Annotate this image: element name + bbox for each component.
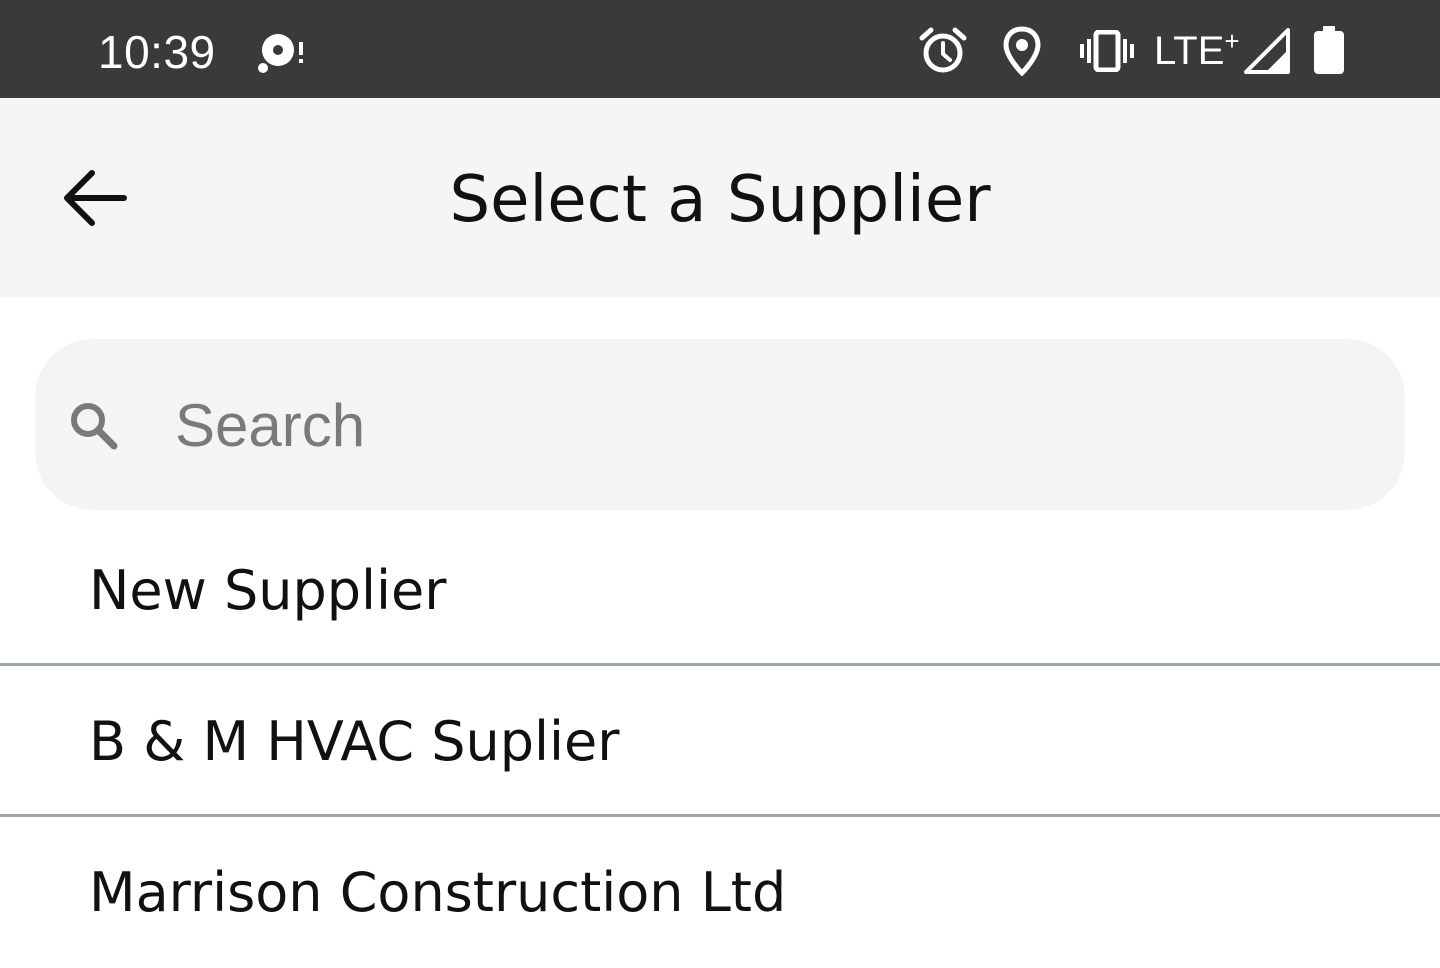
list-item[interactable]: Marrison Construction Ltd — [0, 817, 1440, 965]
signal-icon — [1244, 28, 1290, 74]
search-input[interactable] — [175, 380, 1355, 470]
app-bar: Select a Supplier — [0, 98, 1440, 297]
supplier-label: B & M HVAC Suplier — [89, 710, 620, 773]
alarm-icon — [919, 27, 967, 73]
search-icon — [71, 403, 118, 450]
list-item[interactable]: New Supplier — [0, 515, 1440, 666]
status-bar: 10:39 LTE+ — [0, 0, 1440, 98]
status-time: 10:39 — [98, 26, 216, 78]
supplier-label: New Supplier — [89, 559, 447, 622]
vibrate-icon — [1080, 30, 1134, 72]
battery-icon — [1314, 26, 1344, 74]
supplier-label: Marrison Construction Ltd — [89, 861, 787, 924]
list-item[interactable]: B & M HVAC Suplier — [0, 666, 1440, 817]
app-notification-icon — [258, 34, 303, 73]
page-title: Select a Supplier — [449, 163, 991, 237]
location-icon — [1003, 26, 1041, 76]
network-type-label: LTE+ — [1154, 26, 1240, 76]
network-type-suffix: + — [1224, 26, 1240, 56]
network-type: LTE — [1154, 29, 1225, 73]
supplier-list: New Supplier B & M HVAC Suplier Marrison… — [0, 515, 1440, 965]
